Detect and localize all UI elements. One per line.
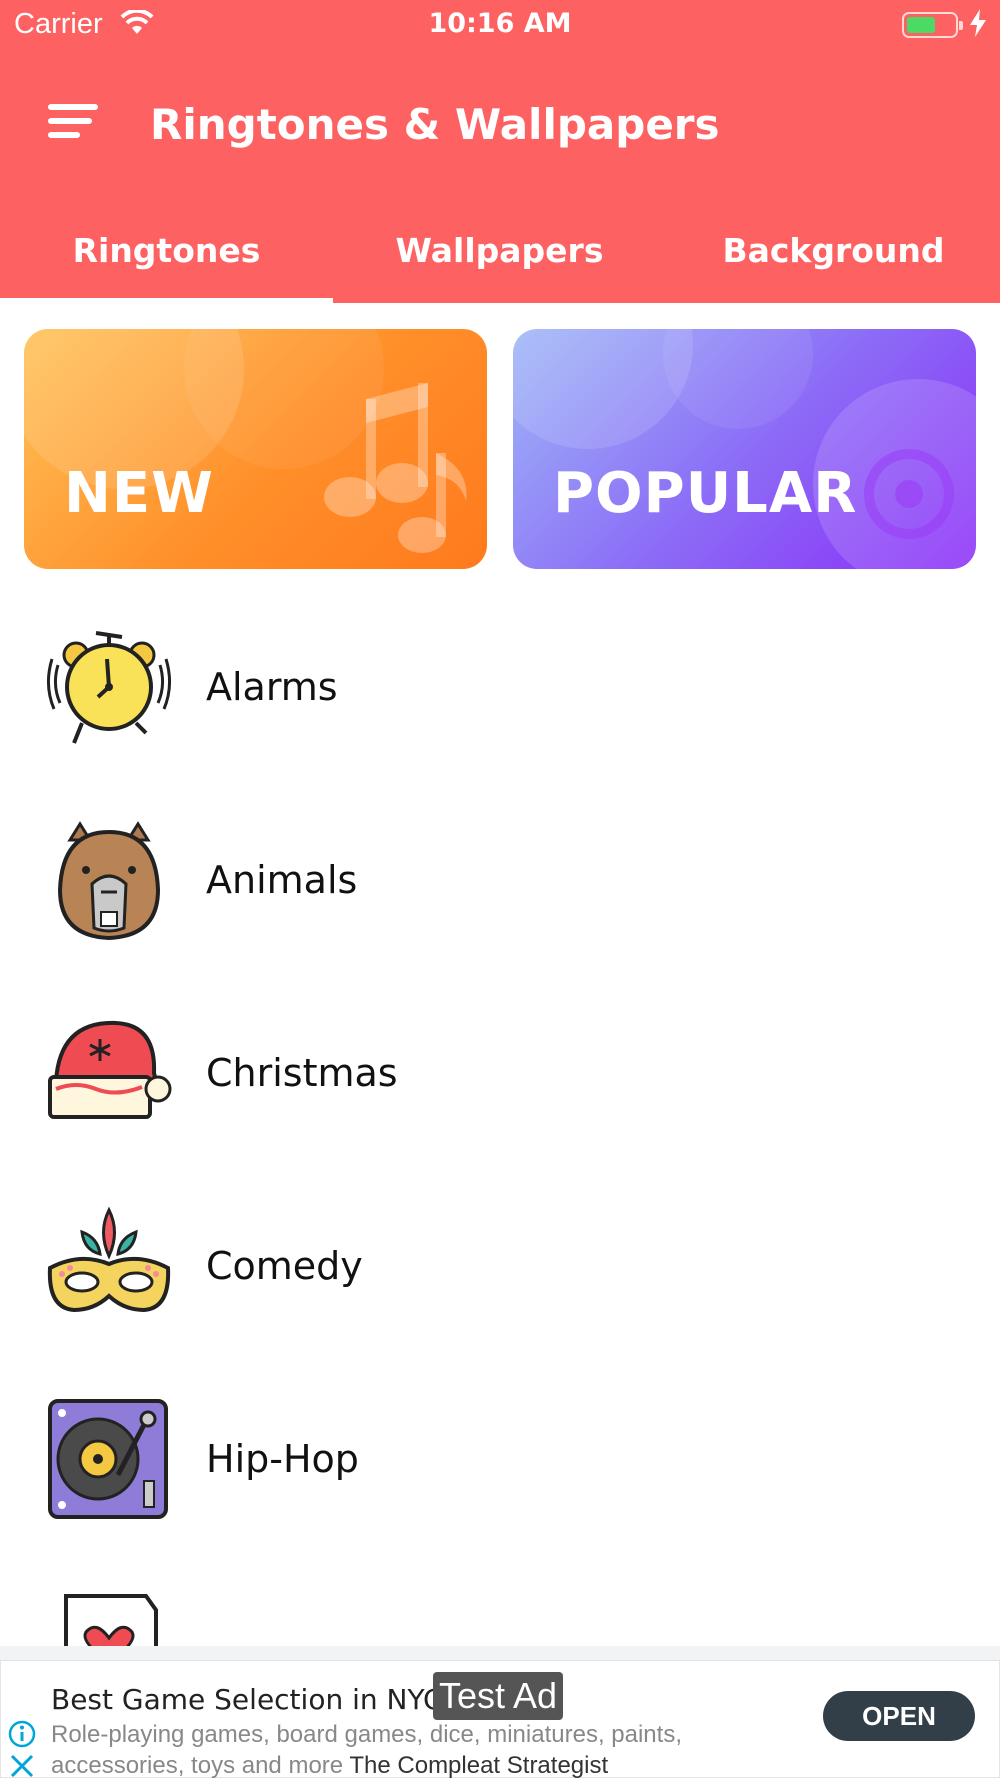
list-item[interactable]: Alarms	[0, 595, 1000, 785]
ad-description: Role-playing games, board games, dice, m…	[51, 1719, 691, 1778]
battery-icon	[902, 12, 963, 38]
turntable-icon	[48, 1399, 168, 1519]
tab-selected-indicator	[0, 298, 333, 304]
list-item-label: Christmas	[206, 1051, 398, 1095]
tab-bar: Ringtones Wallpapers Background	[0, 225, 1000, 304]
capybara-icon	[57, 821, 161, 941]
love-letter-icon	[64, 1594, 158, 1646]
list-item[interactable]: Comedy	[0, 1174, 1000, 1364]
test-ad-badge: Test Ad	[433, 1672, 564, 1720]
santa-hat-icon	[48, 1020, 172, 1119]
status-time: 10:16 AM	[428, 8, 572, 39]
list-item[interactable]: Christmas	[0, 981, 1000, 1171]
list-item-label: Alarms	[206, 665, 338, 709]
charging-bolt-icon	[970, 9, 986, 37]
tab-ringtones[interactable]: Ringtones	[0, 231, 333, 270]
tab-background[interactable]: Background	[667, 231, 1000, 270]
carnival-mask-icon	[47, 1206, 171, 1313]
alarm-clock-icon	[47, 631, 171, 744]
list-item-label: Animals	[206, 858, 358, 902]
app-header: Carrier 10:16 AM Ringtones & Wallpapers …	[0, 0, 1000, 304]
status-bar: Carrier 10:16 AM	[0, 0, 1000, 50]
new-card-label: NEW	[64, 461, 214, 526]
ad-title[interactable]: Best Game Selection in NYC	[51, 1683, 443, 1716]
popular-ringtones-card[interactable]: POPULAR	[513, 329, 976, 569]
list-item[interactable]: Hip-Hop	[0, 1367, 1000, 1557]
list-item[interactable]: Animals	[0, 788, 1000, 978]
list-item-label: Hip-Hop	[206, 1437, 359, 1481]
tab-wallpapers[interactable]: Wallpapers	[333, 231, 666, 270]
close-icon[interactable]	[7, 1751, 37, 1778]
hamburger-menu-icon[interactable]	[48, 100, 100, 142]
list-item-partial[interactable]	[0, 1560, 1000, 1646]
record-disc-icon	[864, 449, 954, 539]
music-notes-icon	[324, 383, 467, 553]
new-ringtones-card[interactable]: NEW	[24, 329, 487, 569]
ad-advertiser: The Compleat Strategist	[349, 1752, 609, 1778]
info-icon[interactable]	[7, 1719, 37, 1749]
ad-open-button[interactable]: OPEN	[823, 1691, 975, 1741]
popular-card-label: POPULAR	[553, 461, 858, 526]
app-title: Ringtones & Wallpapers	[150, 100, 720, 149]
ad-banner[interactable]: Best Game Selection in NYC Test Ad Role-…	[0, 1646, 1000, 1778]
list-item-label: Comedy	[206, 1244, 363, 1288]
